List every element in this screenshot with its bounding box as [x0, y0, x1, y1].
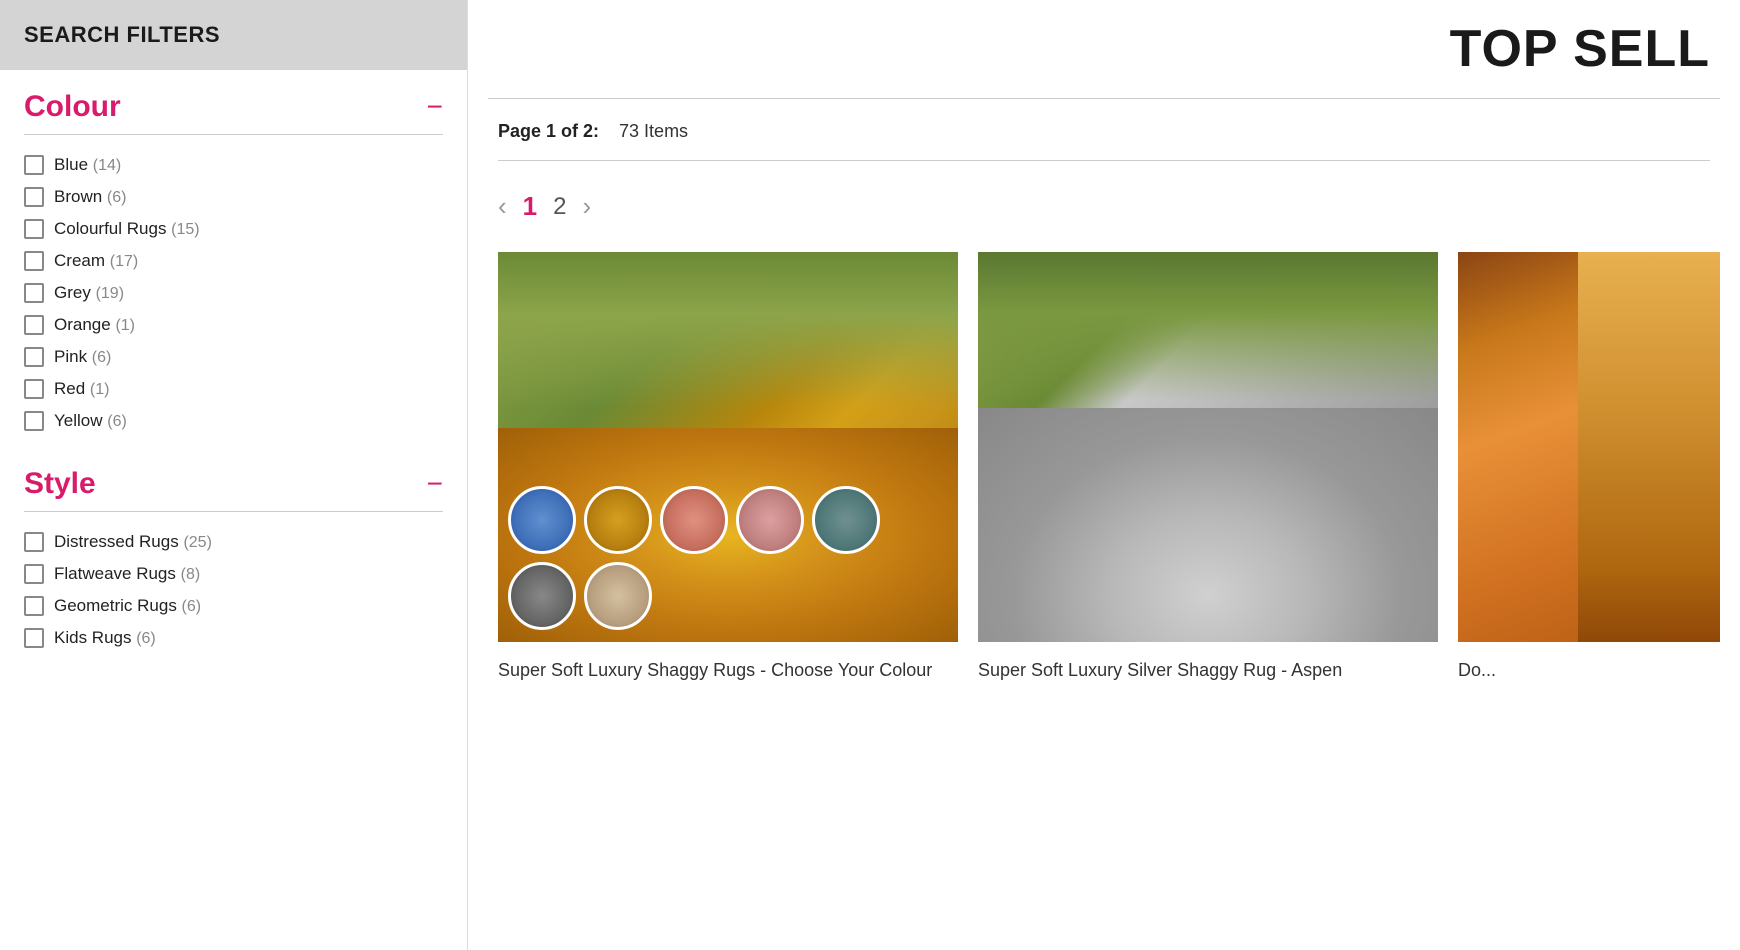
filter-checkbox-geometric[interactable] [24, 596, 44, 616]
filter-item-cream[interactable]: Cream (17) [24, 245, 443, 277]
filter-label-distressed: Distressed Rugs (25) [54, 532, 212, 552]
filter-label-kids: Kids Rugs (6) [54, 628, 156, 648]
filter-checkbox-colourful[interactable] [24, 219, 44, 239]
filter-checkbox-flatweave[interactable] [24, 564, 44, 584]
product-title-2: Super Soft Luxury Silver Shaggy Rug - As… [978, 642, 1438, 689]
filter-item-geometric[interactable]: Geometric Rugs (6) [24, 590, 443, 622]
filter-checkbox-brown[interactable] [24, 187, 44, 207]
filter-item-kids[interactable]: Kids Rugs (6) [24, 622, 443, 654]
filter-label-geometric: Geometric Rugs (6) [54, 596, 201, 616]
swatch-blue[interactable] [508, 486, 576, 554]
swatch-teal[interactable] [812, 486, 880, 554]
product-title-3: Do... [1458, 642, 1720, 689]
style-filter-toggle[interactable]: − [427, 468, 443, 500]
page-divider [498, 160, 1710, 161]
product-card-3-partial[interactable]: Do... [1458, 252, 1720, 689]
filter-item-grey[interactable]: Grey (19) [24, 277, 443, 309]
product-title-1: Super Soft Luxury Shaggy Rugs - Choose Y… [498, 642, 958, 689]
filter-checkbox-blue[interactable] [24, 155, 44, 175]
style-divider [24, 511, 443, 512]
filter-item-brown[interactable]: Brown (6) [24, 181, 443, 213]
filter-item-red[interactable]: Red (1) [24, 373, 443, 405]
pagination: ‹ 1 2 › [488, 181, 1720, 252]
page-info-row: Page 1 of 2: 73 Items [488, 99, 1720, 160]
filter-label-colourful: Colourful Rugs (15) [54, 219, 200, 239]
products-grid: Super Soft Luxury Shaggy Rugs - Choose Y… [488, 252, 1720, 689]
colour-filter-title-row: Colour − [24, 90, 443, 124]
filter-checkbox-orange[interactable] [24, 315, 44, 335]
sidebar-header-label: SEARCH FILTERS [24, 22, 220, 47]
pagination-prev[interactable]: ‹ [498, 191, 507, 222]
colour-filter-title: Colour [24, 90, 121, 124]
colour-divider [24, 134, 443, 135]
page-info-label: Page 1 of 2: [498, 121, 599, 142]
pagination-page-1[interactable]: 1 [523, 191, 537, 222]
product-image-1 [498, 252, 958, 642]
filter-checkbox-grey[interactable] [24, 283, 44, 303]
filter-label-cream: Cream (17) [54, 251, 138, 271]
rug-grey-image [978, 252, 1438, 642]
top-sell-heading: TOP SELL [1450, 19, 1710, 79]
filter-checkbox-cream[interactable] [24, 251, 44, 271]
product-card-2[interactable]: Super Soft Luxury Silver Shaggy Rug - As… [978, 252, 1438, 689]
rug-partial-image [1458, 252, 1720, 642]
filter-checkbox-pink[interactable] [24, 347, 44, 367]
filter-item-yellow[interactable]: Yellow (6) [24, 405, 443, 437]
filter-checkbox-red[interactable] [24, 379, 44, 399]
filter-item-colourful[interactable]: Colourful Rugs (15) [24, 213, 443, 245]
swatch-darkgrey[interactable] [508, 562, 576, 630]
filter-item-orange[interactable]: Orange (1) [24, 309, 443, 341]
filter-label-yellow: Yellow (6) [54, 411, 127, 431]
swatch-gold[interactable] [584, 486, 652, 554]
style-filter-title-row: Style − [24, 467, 443, 501]
filter-label-brown: Brown (6) [54, 187, 126, 207]
style-filter-title: Style [24, 467, 96, 501]
swatch-beige[interactable] [584, 562, 652, 630]
style-filter-section: Style − Distressed Rugs (25) Flatweave R… [0, 447, 467, 664]
filter-checkbox-yellow[interactable] [24, 411, 44, 431]
pagination-page-2[interactable]: 2 [553, 193, 566, 221]
product-card-1[interactable]: Super Soft Luxury Shaggy Rugs - Choose Y… [498, 252, 958, 689]
filter-label-flatweave: Flatweave Rugs (8) [54, 564, 200, 584]
filter-item-distressed[interactable]: Distressed Rugs (25) [24, 526, 443, 558]
main-content: TOP SELL Page 1 of 2: 73 Items ‹ 1 2 › [468, 0, 1740, 950]
product-1-swatches [508, 486, 948, 630]
product-image-2 [978, 252, 1438, 642]
swatch-salmon[interactable] [660, 486, 728, 554]
filter-label-grey: Grey (19) [54, 283, 124, 303]
page-info-items: 73 Items [619, 121, 688, 142]
filter-label-pink: Pink (6) [54, 347, 111, 367]
pagination-next[interactable]: › [583, 191, 592, 222]
filter-item-flatweave[interactable]: Flatweave Rugs (8) [24, 558, 443, 590]
filter-item-pink[interactable]: Pink (6) [24, 341, 443, 373]
filter-item-blue[interactable]: Blue (14) [24, 149, 443, 181]
filter-label-blue: Blue (14) [54, 155, 121, 175]
product-image-3-partial [1458, 252, 1720, 642]
sidebar: SEARCH FILTERS Colour − Blue (14) Brown … [0, 0, 468, 950]
filter-checkbox-distressed[interactable] [24, 532, 44, 552]
colour-filter-section: Colour − Blue (14) Brown (6) Colourful R… [0, 70, 467, 447]
filter-checkbox-kids[interactable] [24, 628, 44, 648]
top-bar: TOP SELL [488, 0, 1720, 99]
filter-label-red: Red (1) [54, 379, 109, 399]
sidebar-header: SEARCH FILTERS [0, 0, 467, 70]
colour-filter-toggle[interactable]: − [427, 91, 443, 123]
filter-label-orange: Orange (1) [54, 315, 135, 335]
swatch-pink[interactable] [736, 486, 804, 554]
